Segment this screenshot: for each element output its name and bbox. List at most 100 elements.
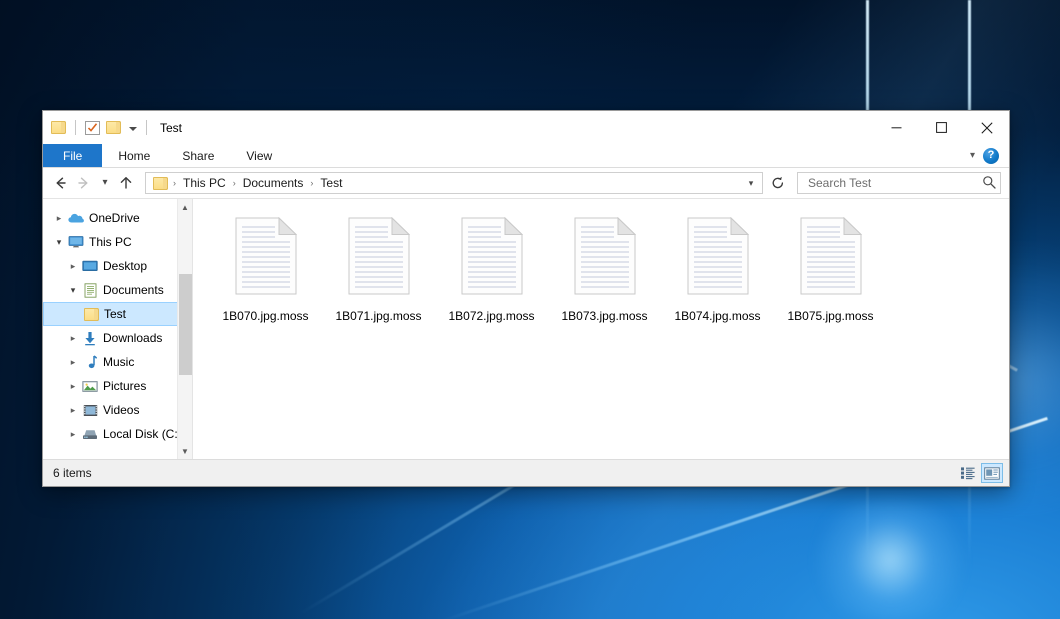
breadcrumb-item-documents[interactable]: Documents — [237, 173, 310, 193]
breadcrumb-folder-icon[interactable] — [151, 177, 172, 190]
expander-collapsed-icon[interactable]: ▸ — [65, 358, 81, 367]
scroll-up-arrow-icon[interactable]: ▲ — [178, 199, 193, 215]
expander-collapsed-icon[interactable]: ▸ — [65, 382, 81, 391]
breadcrumb-bar[interactable]: › This PC › Documents › Test ▾ — [145, 172, 763, 194]
sidebar-label: Pictures — [103, 379, 146, 393]
search-input[interactable] — [806, 175, 982, 191]
breadcrumb: › This PC › Documents › Test — [151, 173, 742, 193]
close-button[interactable] — [964, 111, 1009, 144]
breadcrumb-item-this-pc[interactable]: This PC — [177, 173, 232, 193]
drive-icon — [81, 428, 99, 441]
sidebar-label: Test — [104, 307, 126, 321]
forward-button[interactable] — [73, 172, 95, 194]
sidebar-item-music[interactable]: ▸ Music — [43, 350, 192, 374]
expander-collapsed-icon[interactable]: ▸ — [65, 262, 81, 271]
search-box[interactable] — [797, 172, 1001, 194]
file-name-label: 1B072.jpg.moss — [448, 309, 534, 323]
sidebar-item-test[interactable]: Test — [43, 302, 192, 326]
generic-document-icon — [459, 215, 525, 300]
expander-collapsed-icon[interactable]: ▸ — [51, 214, 67, 223]
sidebar-item-pictures[interactable]: ▸ Pictures — [43, 374, 192, 398]
expander-collapsed-icon[interactable]: ▸ — [65, 430, 81, 439]
up-button[interactable] — [115, 172, 137, 194]
file-item[interactable]: 1B070.jpg.moss — [209, 211, 322, 337]
file-name-label: 1B070.jpg.moss — [222, 309, 308, 323]
sidebar-label: This PC — [89, 235, 132, 249]
sidebar-item-onedrive[interactable]: ▸ OneDrive — [43, 206, 192, 230]
generic-document-icon — [685, 215, 751, 300]
recent-locations-button[interactable]: ▾ — [97, 172, 113, 194]
expander-collapsed-icon[interactable]: ▸ — [65, 334, 81, 343]
tab-share[interactable]: Share — [166, 144, 230, 167]
sidebar-label: Documents — [103, 283, 164, 297]
file-name-label: 1B071.jpg.moss — [335, 309, 421, 323]
file-item[interactable]: 1B071.jpg.moss — [322, 211, 435, 337]
customize-quick-access-toolbar-icon[interactable] — [129, 127, 137, 131]
expander-expanded-icon[interactable]: ▾ — [65, 286, 81, 295]
quick-access-toolbar — [51, 120, 150, 135]
file-item[interactable]: 1B075.jpg.moss — [774, 211, 887, 337]
folder-tree: ▸ OneDrive ▾ — [43, 199, 192, 459]
file-item[interactable]: 1B072.jpg.moss — [435, 211, 548, 337]
scrollbar-track[interactable] — [178, 215, 193, 443]
file-item[interactable]: 1B074.jpg.moss — [661, 211, 774, 337]
toolbar-divider — [75, 120, 76, 135]
help-icon[interactable]: ? — [983, 148, 999, 164]
details-view-button[interactable] — [957, 463, 979, 483]
maximize-button[interactable] — [919, 111, 964, 144]
music-icon — [81, 355, 99, 370]
sidebar-label: OneDrive — [89, 211, 140, 225]
sidebar-item-desktop[interactable]: ▸ Desktop — [43, 254, 192, 278]
folder-icon — [82, 308, 100, 321]
file-name-label: 1B075.jpg.moss — [787, 309, 873, 323]
large-icons-view-button[interactable] — [981, 463, 1003, 483]
file-name-label: 1B074.jpg.moss — [674, 309, 760, 323]
search-icon[interactable] — [982, 175, 996, 192]
tab-file[interactable]: File — [43, 144, 102, 167]
address-bar: ▾ › This PC › Documents › Test ▾ — [43, 168, 1009, 198]
sidebar-item-videos[interactable]: ▸ Videos — [43, 398, 192, 422]
ribbon-tab-bar: File Home Share View ▾ ? — [43, 144, 1009, 168]
file-name-label: 1B073.jpg.moss — [561, 309, 647, 323]
expander-collapsed-icon[interactable]: ▸ — [65, 406, 81, 415]
expander-expanded-icon[interactable]: ▾ — [51, 238, 67, 247]
file-item[interactable]: 1B073.jpg.moss — [548, 211, 661, 337]
downloads-icon — [81, 331, 99, 346]
address-dropdown-icon[interactable]: ▾ — [742, 173, 760, 193]
toolbar-divider-2 — [146, 120, 147, 135]
properties-icon[interactable] — [85, 121, 100, 135]
generic-document-icon — [798, 215, 864, 300]
this-pc-icon — [67, 235, 85, 249]
file-explorer-window: Test File Home Share View — [42, 110, 1010, 487]
refresh-button[interactable] — [767, 172, 789, 194]
videos-icon — [81, 404, 99, 417]
navigation-pane-scrollbar[interactable]: ▲ ▼ — [177, 199, 192, 459]
pictures-icon — [81, 380, 99, 393]
navigation-pane: ▸ OneDrive ▾ — [43, 199, 193, 459]
minimize-button[interactable] — [874, 111, 919, 144]
breadcrumb-item-test[interactable]: Test — [314, 173, 348, 193]
chevron-down-icon[interactable]: ▾ — [970, 151, 975, 161]
sidebar-item-this-pc[interactable]: ▾ This PC — [43, 230, 192, 254]
sidebar-item-local-disk-c[interactable]: ▸ Local Disk (C:) — [43, 422, 192, 446]
scrollbar-thumb[interactable] — [179, 274, 192, 374]
window-controls — [874, 111, 1009, 144]
tab-home[interactable]: Home — [102, 144, 166, 167]
view-mode-buttons — [957, 463, 1003, 483]
sidebar-label: Music — [103, 355, 134, 369]
generic-document-icon — [233, 215, 299, 300]
generic-document-icon — [346, 215, 412, 300]
item-count-label: 6 items — [53, 466, 92, 480]
folder-icon[interactable] — [51, 121, 66, 134]
tab-view[interactable]: View — [230, 144, 288, 167]
scroll-down-arrow-icon[interactable]: ▼ — [178, 443, 193, 459]
sidebar-item-documents[interactable]: ▾ Documents — [43, 278, 192, 302]
status-bar: 6 items — [43, 459, 1009, 486]
generic-document-icon — [572, 215, 638, 300]
file-list-view[interactable]: 1B070.jpg.moss — [193, 199, 1009, 459]
new-folder-icon[interactable] — [106, 121, 121, 134]
ribbon-right-controls: ▾ ? — [970, 144, 1009, 167]
sidebar-label: Downloads — [103, 331, 162, 345]
sidebar-item-downloads[interactable]: ▸ Downloads — [43, 326, 192, 350]
back-button[interactable] — [49, 172, 71, 194]
